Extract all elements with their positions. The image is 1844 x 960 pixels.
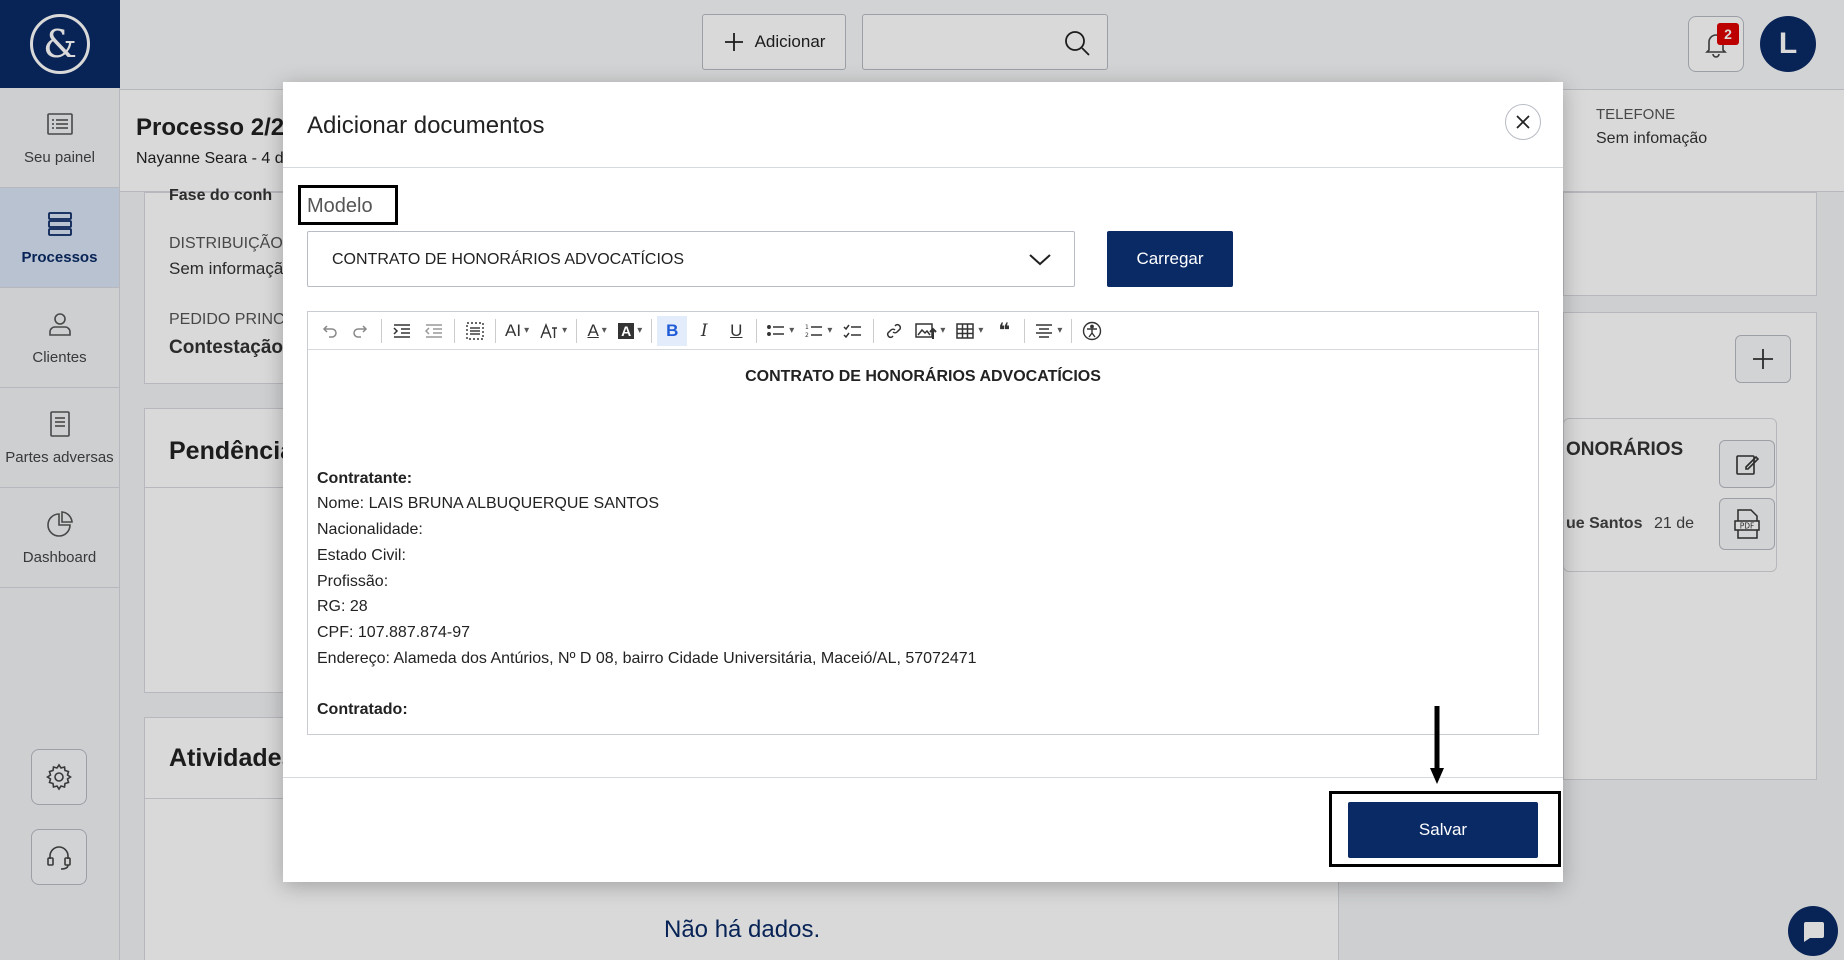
document-line: CPF: 107.887.874-97 — [317, 623, 470, 641]
align-center-icon — [1036, 323, 1053, 338]
editor-toolbar: AI ▾ ▾ A ▾ A ▾ B I U ▾ 1 2 ▾ ▾ ▾ ❝ ▾ — [308, 312, 1538, 350]
select-all-button[interactable] — [460, 316, 490, 346]
font-color-dropdown[interactable]: A ▾ — [582, 316, 612, 346]
link-icon — [887, 323, 902, 338]
numbered-list-dropdown[interactable]: 1 2 ▾ — [800, 316, 836, 346]
rich-text-editor: AI ▾ ▾ A ▾ A ▾ B I U ▾ 1 2 ▾ ▾ ▾ ❝ ▾ CONTRATO… — [307, 311, 1539, 735]
bulleted-list-dropdown[interactable]: ▾ — [762, 316, 798, 346]
insert-image-dropdown[interactable]: ▾ — [911, 316, 949, 346]
checklist-icon — [843, 324, 862, 338]
chevron-down-icon: ▾ — [789, 325, 795, 336]
chevron-down-icon: ▾ — [524, 325, 530, 336]
toolbar-separator — [454, 318, 455, 343]
contratante-heading: Contratante: — [317, 469, 413, 487]
chevron-down-icon: ▾ — [562, 325, 568, 336]
model-select[interactable]: CONTRATO DE HONORÁRIOS ADVOCATÍCIOS — [307, 231, 1075, 287]
block-quote-button[interactable]: ❝ — [989, 316, 1019, 346]
insert-table-dropdown[interactable]: ▾ — [951, 316, 987, 346]
modal-title: Adicionar documentos — [307, 112, 545, 139]
chevron-down-icon: ▾ — [637, 325, 643, 336]
accessibility-button[interactable] — [1077, 316, 1107, 346]
outdent-button[interactable] — [419, 316, 449, 346]
toolbar-separator — [381, 318, 382, 343]
toolbar-separator — [756, 318, 758, 343]
add-documents-modal: Adicionar documentos Modelo CONTRATO DE … — [283, 82, 1563, 882]
outdent-icon — [424, 323, 442, 338]
numbered-list-icon: 12 — [805, 324, 823, 339]
close-button[interactable] — [1505, 104, 1541, 140]
font-background-dropdown[interactable]: A ▾ — [614, 316, 646, 346]
image-upload-icon — [915, 322, 938, 339]
save-button[interactable]: Salvar — [1348, 802, 1538, 858]
document-line: Nome: LAIS BRUNA ALBUQUERQUE SANTOS — [317, 495, 660, 513]
font-color-label: A — [587, 320, 599, 340]
todo-list-button[interactable] — [838, 316, 868, 346]
font-size-label: AI — [505, 320, 522, 340]
close-icon — [1516, 115, 1530, 129]
undo-button[interactable] — [314, 316, 344, 346]
toolbar-separator — [873, 318, 875, 343]
underline-button[interactable]: U — [721, 316, 751, 346]
table-icon — [956, 322, 975, 339]
toolbar-separator — [651, 318, 653, 343]
modal-header: Adicionar documentos — [283, 82, 1563, 168]
accessibility-icon — [1083, 321, 1102, 340]
bulleted-list-icon — [767, 324, 785, 336]
blank-space — [317, 390, 1529, 466]
toolbar-separator — [576, 318, 578, 343]
undo-icon — [322, 324, 337, 338]
chevron-down-icon: ▾ — [827, 325, 833, 336]
toolbar-separator — [1071, 318, 1073, 343]
model-select-value: CONTRATO DE HONORÁRIOS ADVOCATÍCIOS — [332, 251, 685, 268]
indent-button[interactable] — [387, 316, 417, 346]
svg-text:1: 1 — [805, 324, 809, 331]
font-size-dropdown[interactable]: AI ▾ — [501, 316, 533, 346]
contratado-heading: Contratado: — [317, 701, 408, 719]
italic-button[interactable]: I — [689, 316, 719, 346]
document-line: Estado Civil: — [317, 546, 406, 564]
chevron-down-icon: ▾ — [978, 325, 984, 336]
font-background-label: A — [618, 322, 635, 339]
document-line: Endereço: Alameda dos Antúrios, Nº D 08,… — [317, 649, 977, 667]
font-family-icon — [540, 322, 558, 338]
document-line: RG: 28 — [317, 598, 368, 616]
link-button[interactable] — [879, 316, 909, 346]
redo-button[interactable] — [346, 316, 376, 346]
document-line: Nacionalidade: — [317, 521, 423, 539]
editor-content[interactable]: CONTRATO DE HONORÁRIOS ADVOCATÍCIOS Cont… — [308, 350, 1538, 737]
alignment-dropdown[interactable]: ▾ — [1030, 316, 1066, 346]
toolbar-separator — [495, 318, 496, 343]
chevron-down-icon — [1029, 254, 1051, 266]
chevron-down-icon: ▾ — [1057, 325, 1063, 336]
chevron-down-icon: ▾ — [940, 325, 946, 336]
arrow-down-annotation-icon — [1430, 706, 1444, 784]
chevron-down-icon: ▾ — [601, 325, 607, 336]
redo-icon — [353, 324, 368, 338]
select-all-icon — [466, 321, 484, 340]
svg-text:2: 2 — [805, 332, 809, 339]
font-family-dropdown[interactable]: ▾ — [535, 316, 571, 346]
document-line: Profissão: — [317, 572, 389, 590]
load-button[interactable]: Carregar — [1107, 231, 1233, 287]
indent-icon — [393, 323, 410, 338]
document-title: CONTRATO DE HONORÁRIOS ADVOCATÍCIOS — [745, 368, 1101, 385]
model-label: Modelo — [307, 195, 373, 217]
bold-button[interactable]: B — [657, 315, 688, 346]
toolbar-separator — [1024, 318, 1026, 343]
